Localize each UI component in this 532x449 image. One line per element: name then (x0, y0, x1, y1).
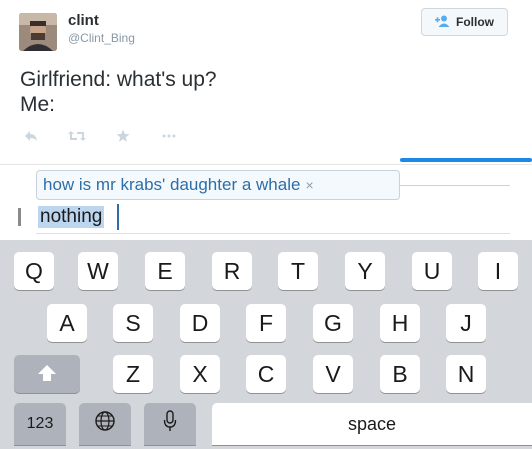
avatar[interactable] (19, 13, 57, 51)
globe-key[interactable] (79, 403, 131, 445)
key-u[interactable]: U (412, 252, 452, 290)
keyboard: Q W E R T Y U I A S D F G H J Z X C V B … (0, 240, 532, 449)
key-h[interactable]: H (380, 304, 420, 342)
key-r[interactable]: R (212, 252, 252, 290)
text-cursor (117, 204, 119, 230)
autocorrect-suggestion[interactable]: how is mr krabs' daughter a whale × (36, 170, 400, 200)
key-t[interactable]: T (278, 252, 318, 290)
camera-divider (18, 208, 21, 226)
star-icon[interactable] (114, 128, 132, 144)
suggestion-pointer-line (400, 185, 510, 186)
key-z[interactable]: Z (113, 355, 153, 393)
key-x[interactable]: X (180, 355, 220, 393)
typed-text: nothing (38, 206, 105, 228)
key-y[interactable]: Y (345, 252, 385, 290)
key-n[interactable]: N (446, 355, 486, 393)
globe-icon (94, 410, 116, 438)
person-add-icon (435, 15, 451, 30)
space-key[interactable]: space (212, 403, 532, 445)
suggestion-text: how is mr krabs' daughter a whale (43, 175, 301, 194)
key-i[interactable]: I (478, 252, 518, 290)
shift-arrow-icon (37, 361, 57, 388)
key-b[interactable]: B (380, 355, 420, 393)
key-w[interactable]: W (78, 252, 118, 290)
user-handle[interactable]: @Clint_Bing (68, 31, 135, 45)
message-input[interactable] (36, 204, 510, 234)
key-a[interactable]: A (47, 304, 87, 342)
tweet-text-line2: Me: (20, 93, 56, 116)
message-bubble (400, 158, 532, 162)
avatar-photo-icon (19, 13, 57, 51)
tweet-text-line1: Girlfriend: what's up? (20, 68, 217, 91)
key-v[interactable]: V (313, 355, 353, 393)
key-e[interactable]: E (145, 252, 185, 290)
key-s[interactable]: S (113, 304, 153, 342)
key-f[interactable]: F (246, 304, 286, 342)
follow-button[interactable]: Follow (421, 8, 508, 36)
numbers-key[interactable]: 123 (14, 403, 66, 445)
reply-icon[interactable] (22, 128, 40, 144)
more-icon[interactable] (160, 128, 178, 144)
tweet-text: Girlfriend: what's up? Me: (20, 67, 217, 117)
microphone-icon (163, 410, 177, 438)
key-c[interactable]: C (246, 355, 286, 393)
retweet-icon[interactable] (68, 128, 86, 144)
tweet-actions (22, 128, 178, 144)
display-name[interactable]: clint (68, 12, 99, 29)
follow-label: Follow (456, 15, 494, 29)
key-d[interactable]: D (180, 304, 220, 342)
key-g[interactable]: G (313, 304, 353, 342)
close-icon[interactable]: × (305, 177, 313, 193)
shift-key[interactable] (14, 355, 80, 393)
dictation-key[interactable] (144, 403, 196, 445)
key-q[interactable]: Q (14, 252, 54, 290)
key-j[interactable]: J (446, 304, 486, 342)
